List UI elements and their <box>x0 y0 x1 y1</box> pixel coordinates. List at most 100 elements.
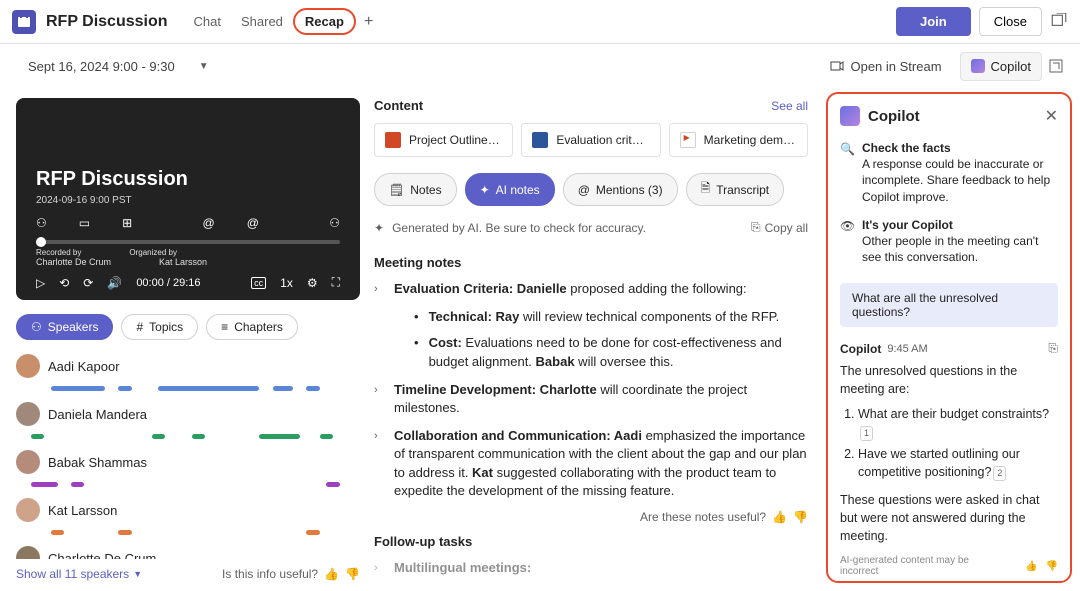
transcript-icon: 🗎 <box>701 179 711 200</box>
copilot-icon <box>971 59 985 73</box>
add-tab-button[interactable]: + <box>356 9 381 35</box>
at-icon[interactable]: @ <box>203 216 215 230</box>
speaker-timeline[interactable] <box>24 480 360 488</box>
notes-tab-mentions[interactable]: @ Mentions (3) <box>563 173 678 206</box>
speaker-timeline[interactable] <box>24 432 360 440</box>
ai-disclaimer: AI-generated content may be incorrect <box>840 555 1009 577</box>
subheader: Sept 16, 2024 9:00 - 9:30 ▼ Open in Stre… <box>0 44 1080 88</box>
tab-recap[interactable]: Recap <box>293 8 356 35</box>
chevron-right-icon[interactable]: › <box>374 383 384 417</box>
sparkle-icon: ✦ <box>480 183 490 197</box>
speakers-list: Aadi Kapoor Daniela Mandera Babak Shammas K… <box>16 354 360 559</box>
list-icon: ≡ <box>221 320 228 334</box>
avatar <box>16 354 40 378</box>
content-card[interactable]: Evaluation criteria... <box>521 123 660 157</box>
content-card[interactable]: Marketing demo f... <box>669 123 808 157</box>
speaker-name: Babak Shammas <box>48 455 147 470</box>
thumbs-up-icon[interactable]: 👍 <box>324 567 339 581</box>
filter-chapters[interactable]: ≡ Chapters <box>206 314 298 340</box>
sparkle-icon: ✦ <box>374 221 384 235</box>
content-heading: Content <box>374 98 423 113</box>
filter-speakers[interactable]: ⚇ Speakers <box>16 314 113 340</box>
filter-topics[interactable]: # Topics <box>121 314 198 340</box>
play-icon[interactable]: ▷ <box>36 276 45 290</box>
chevron-right-icon[interactable]: › <box>374 429 384 500</box>
speaker-name: Aadi Kapoor <box>48 359 120 374</box>
video-file-icon <box>680 132 696 148</box>
organized-by-name: Kat Larsson <box>159 257 207 267</box>
ai-disclaimer-text: Generated by AI. Be sure to check for ac… <box>392 221 646 235</box>
powerpoint-icon <box>385 132 401 148</box>
share-icon[interactable]: ⚇ <box>329 216 340 230</box>
speaker-name: Charlotte De Crum <box>48 551 156 560</box>
copy-all-button[interactable]: ⎘ Copy all <box>751 220 808 235</box>
people-icon: ⚇ <box>31 320 42 334</box>
reference-badge[interactable]: 2 <box>993 466 1006 481</box>
captions-icon[interactable]: cc <box>251 277 266 289</box>
copy-icon: ⎘ <box>751 220 761 235</box>
video-progress-bar[interactable] <box>36 240 340 244</box>
speaker-row[interactable]: Kat Larsson <box>16 498 360 522</box>
thumbs-down-icon[interactable]: 👎 <box>793 510 808 524</box>
hash-icon: # <box>136 320 143 334</box>
thumbs-up-icon[interactable]: 👍 <box>1025 561 1037 572</box>
eye-icon: 👁 <box>840 218 854 266</box>
speaker-row[interactable]: Babak Shammas <box>16 450 360 474</box>
notes-tab-notes[interactable]: 🗒 Notes <box>374 173 457 206</box>
video-player[interactable]: RFP Discussion 2024-09-16 9:00 PST ⚇ ▭ ⊞… <box>16 98 360 300</box>
video-icon[interactable]: ▭ <box>79 216 90 230</box>
notes-tab-transcript[interactable]: 🗎 Transcript <box>686 173 785 206</box>
panel-popout-icon[interactable] <box>1048 58 1064 74</box>
middle-column: Content See all Project Outline Ro... Ev… <box>360 88 822 591</box>
copy-icon[interactable]: ⎘ <box>1048 341 1058 356</box>
magnify-icon: 🔍 <box>840 141 854 205</box>
left-column: RFP Discussion 2024-09-16 9:00 PST ⚇ ▭ ⊞… <box>0 88 360 591</box>
tab-shared[interactable]: Shared <box>231 10 293 33</box>
copilot-panel: Copilot ✕ 🔍 Check the factsA response co… <box>826 92 1072 583</box>
thumbs-down-icon[interactable]: 👎 <box>1046 561 1058 572</box>
copilot-logo-icon <box>840 106 860 126</box>
meeting-notes-body: Meeting notes › Evaluation Criteria: Dan… <box>374 249 808 581</box>
join-button[interactable]: Join <box>896 7 971 36</box>
calendar-app-icon <box>12 10 36 34</box>
tab-chat[interactable]: Chat <box>184 10 231 33</box>
layout-icon[interactable]: ⊞ <box>122 216 132 230</box>
notes-tab-ai-notes[interactable]: ✦ AI notes <box>465 173 555 206</box>
thumbs-up-icon[interactable]: 👍 <box>772 510 787 524</box>
copilot-response: The unresolved questions in the meeting … <box>840 362 1058 545</box>
forward-icon[interactable]: ⟳ <box>83 276 93 290</box>
copilot-title: Copilot <box>868 108 920 125</box>
followup-heading: Follow-up tasks <box>374 534 808 549</box>
content-card[interactable]: Project Outline Ro... <box>374 123 513 157</box>
show-all-speakers-button[interactable]: Show all 11 speakers ▼ <box>16 567 142 581</box>
close-icon[interactable]: ✕ <box>1045 106 1058 126</box>
see-all-link[interactable]: See all <box>771 99 808 113</box>
word-icon <box>532 132 548 148</box>
page-title: RFP Discussion <box>46 13 168 31</box>
speaker-timeline[interactable] <box>24 528 360 536</box>
speaker-row[interactable]: Charlotte De Crum <box>16 546 360 559</box>
speed-label[interactable]: 1x <box>280 276 293 290</box>
volume-icon[interactable]: 🔊 <box>107 276 122 290</box>
at-icon-2[interactable]: @ <box>247 216 259 230</box>
at-icon: @ <box>578 183 590 197</box>
copilot-toggle-button[interactable]: Copilot <box>960 52 1042 81</box>
rewind-icon[interactable]: ⟲ <box>59 276 69 290</box>
close-button[interactable]: Close <box>979 7 1042 36</box>
info-useful-prompt: Is this info useful? 👍 👎 <box>222 567 360 581</box>
speaker-timeline[interactable] <box>24 384 360 392</box>
speaker-row[interactable]: Daniela Mandera <box>16 402 360 426</box>
speaker-row[interactable]: Aadi Kapoor <box>16 354 360 378</box>
open-in-stream-button[interactable]: Open in Stream <box>820 53 951 80</box>
date-range-selector[interactable]: Sept 16, 2024 9:00 - 9:30 ▼ <box>16 55 221 78</box>
chevron-right-icon[interactable]: › <box>374 282 384 298</box>
avatar <box>16 498 40 522</box>
people-icon[interactable]: ⚇ <box>36 216 47 230</box>
reference-badge[interactable]: 1 <box>860 426 873 441</box>
suggestion-chip[interactable]: What are all the unresolved questions? <box>840 283 1058 327</box>
popout-icon[interactable] <box>1050 13 1068 31</box>
fullscreen-icon[interactable]: ⛶ <box>332 275 340 290</box>
thumbs-down-icon[interactable]: 👎 <box>345 567 360 581</box>
avatar <box>16 402 40 426</box>
settings-icon[interactable]: ⚙ <box>307 276 318 290</box>
